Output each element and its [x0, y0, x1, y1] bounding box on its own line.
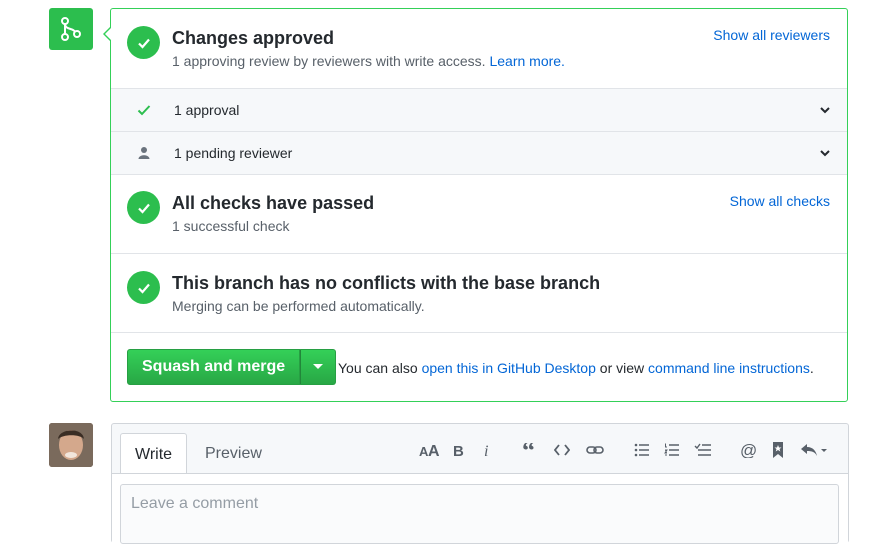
code-icon[interactable]	[554, 438, 570, 462]
comment-form: Write Preview AA B i “ @	[111, 423, 849, 544]
editor-area: Leave a comment	[112, 473, 848, 544]
checks-check-icon	[127, 191, 160, 224]
merge-alternatives-note: You can also open this in GitHub Desktop…	[338, 360, 814, 376]
squash-and-merge-button[interactable]: Squash and merge	[127, 349, 301, 385]
pending-reviewer-label: 1 pending reviewer	[174, 145, 293, 161]
conflicts-section: This branch has no conflicts with the ba…	[111, 254, 847, 333]
checks-title: All checks have passed	[172, 193, 375, 213]
open-in-desktop-link[interactable]: open this in GitHub Desktop	[422, 360, 596, 376]
show-all-checks-link[interactable]: Show all checks	[730, 193, 830, 209]
check-icon	[137, 105, 151, 116]
comment-textarea[interactable]: Leave a comment	[120, 484, 839, 544]
tab-write[interactable]: Write	[120, 433, 188, 475]
bold-icon[interactable]: B	[452, 438, 466, 462]
markdown-toolbar: AA B i “ @	[418, 438, 828, 462]
numbered-list-icon[interactable]	[664, 438, 680, 462]
merge-options-dropdown[interactable]	[300, 349, 337, 385]
approval-row-label: 1 approval	[174, 102, 240, 118]
avatar[interactable]	[49, 423, 93, 467]
svg-text:B: B	[453, 443, 464, 457]
merge-panel: Changes approved 1 approving review by r…	[103, 8, 848, 402]
svg-text:A: A	[428, 443, 439, 457]
svg-text:“: “	[522, 443, 535, 457]
approval-subtitle: 1 approving review by reviewers with wri…	[172, 53, 565, 69]
conflicts-title: This branch has no conflicts with the ba…	[172, 273, 601, 293]
checks-subtitle: 1 successful check	[172, 218, 290, 234]
bullet-list-icon[interactable]	[634, 438, 650, 462]
mention-icon[interactable]: @	[740, 438, 756, 462]
bookmark-icon[interactable]	[772, 438, 784, 462]
git-merge-icon	[61, 17, 81, 41]
merge-action-section: Squash and merge You can also open this …	[111, 333, 847, 402]
command-line-instructions-link[interactable]: command line instructions	[648, 360, 810, 376]
show-all-reviewers-link[interactable]: Show all reviewers	[713, 27, 830, 43]
checks-section: All checks have passed 1 successful chec…	[111, 175, 847, 254]
svg-text:@: @	[740, 442, 756, 458]
approval-title: Changes approved	[172, 28, 335, 48]
conflicts-check-icon	[127, 271, 160, 304]
chevron-down-icon[interactable]	[819, 147, 831, 159]
reply-icon[interactable]	[800, 438, 828, 462]
learn-more-link[interactable]: Learn more.	[489, 53, 564, 69]
quote-icon[interactable]: “	[522, 438, 538, 462]
text-size-icon[interactable]: AA	[418, 438, 440, 462]
task-list-icon[interactable]	[694, 438, 712, 462]
tab-preview[interactable]: Preview	[191, 433, 276, 474]
conflicts-subtitle: Merging can be performed automatically.	[172, 298, 425, 314]
merge-status-icon	[49, 8, 93, 50]
link-icon[interactable]	[586, 438, 604, 462]
pending-reviewer-row[interactable]: 1 pending reviewer	[111, 132, 847, 175]
approval-section: Changes approved 1 approving review by r…	[111, 9, 847, 89]
approved-check-icon	[127, 26, 160, 59]
caret-down-icon	[313, 364, 324, 369]
person-icon	[138, 147, 150, 159]
merge-button-group: Squash and merge	[127, 349, 337, 385]
svg-text:i: i	[484, 443, 488, 457]
chevron-down-icon[interactable]	[819, 104, 831, 116]
approval-row[interactable]: 1 approval	[111, 89, 847, 132]
italic-icon[interactable]: i	[480, 438, 494, 462]
